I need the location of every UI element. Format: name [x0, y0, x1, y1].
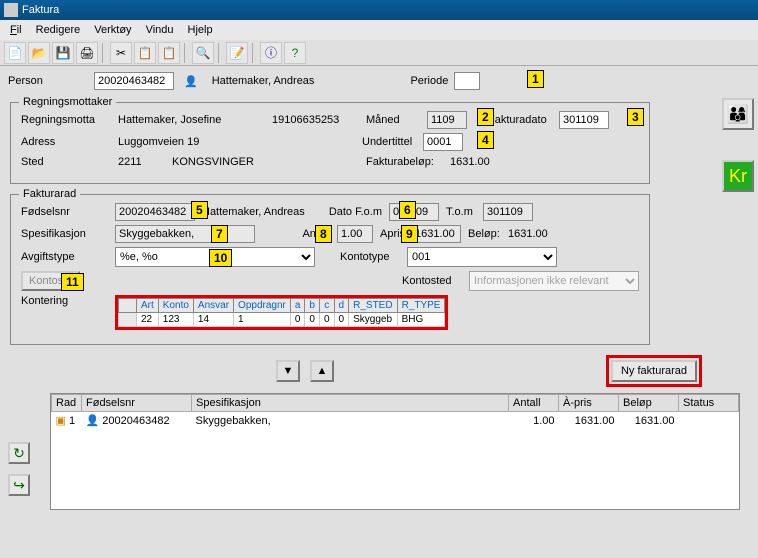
avgift-label: Avgiftstype [21, 251, 111, 263]
adress-label: Adress [21, 136, 111, 148]
annotation-7: 7 [211, 225, 228, 243]
preview-icon[interactable]: 🔍 [192, 42, 214, 64]
sted-name: KONGSVINGER [169, 155, 359, 169]
maned-label: Måned [363, 113, 423, 127]
ny-fakturarad-button[interactable]: Ny fakturarad [611, 360, 697, 382]
titlebar: Faktura [0, 0, 758, 20]
cut-icon[interactable]: ✂ [110, 42, 132, 64]
tool-icon[interactable]: 📝 [226, 42, 248, 64]
family-icon[interactable]: 👨‍👩‍👦 [722, 98, 754, 130]
kontering-label: Kontering [21, 295, 111, 307]
new-icon[interactable]: 📄 [4, 42, 26, 64]
periode-label: Periode [410, 75, 448, 87]
nav-row: ▼ ▲ Ny fakturarad [10, 355, 710, 387]
belop-label: Beløp: [465, 227, 501, 241]
person-label: Person [8, 75, 88, 87]
kontotype-label: Kontotype [337, 250, 403, 264]
regnings-legend: Regningsmottaker [19, 96, 116, 108]
periode-input[interactable] [454, 72, 480, 90]
menu-vindu[interactable]: Vindu [140, 22, 180, 38]
content: 👨‍👩‍👦 Kr Regningsmottaker Regningsmotta … [0, 96, 758, 516]
menu-fil[interactable]: Fil [4, 22, 28, 38]
fnr-label: Fødselsnr [21, 206, 111, 218]
kontosted-combo: Informasjonen ikke relevant [469, 271, 639, 291]
annotation-8: 8 [315, 225, 332, 243]
annotation-9: 9 [401, 225, 418, 243]
bottom-grid: Rad Fødselsnr Spesifikasjon Antall À-pri… [50, 393, 740, 510]
annotation-2: 2 [477, 108, 494, 126]
datofom-label: Dato F.o.m [323, 205, 385, 219]
toolbar: 📄 📂 💾 🖨 ✂ 📋 📋 🔍 📝 ⓘ ? [0, 40, 758, 66]
help-icon[interactable]: ? [284, 42, 306, 64]
kontosted-label: Kontosted [399, 274, 465, 288]
annotation-10: 10 [209, 249, 232, 267]
annotation-4: 4 [477, 131, 494, 149]
motta-name: Hattemaker, Josefine [115, 113, 265, 127]
up-arrow-icon[interactable]: ▲ [310, 360, 334, 382]
open-icon[interactable]: 📂 [28, 42, 50, 64]
redo-icon[interactable]: ↪ [8, 474, 30, 496]
ny-fakturarad-wrap: Ny fakturarad [606, 355, 702, 387]
tom-field[interactable] [483, 203, 533, 221]
fnr-field[interactable] [115, 203, 195, 221]
person-name: Hattemaker, Andreas [212, 75, 315, 87]
apris-field[interactable] [411, 225, 461, 243]
copy-icon[interactable]: 📋 [134, 42, 156, 64]
grid-row[interactable]: ▣ 1 👤 20020463482 Skyggebakken, 1.00 163… [52, 412, 739, 430]
sted-code: 2211 [115, 155, 165, 169]
person-lookup-icon[interactable]: 👤 [180, 75, 202, 88]
spes-label: Spesifikasjon [21, 228, 111, 240]
undertittel-label: Undertittel [359, 135, 419, 149]
info-icon[interactable]: ⓘ [260, 42, 282, 64]
kontotype-combo[interactable]: 001 [407, 247, 557, 267]
fnr-name: Hattemaker, Andreas [199, 205, 319, 219]
menu-bar: Fil Redigere Verktøy Vindu Hjelp [0, 20, 758, 40]
save-icon[interactable]: 💾 [52, 42, 74, 64]
refresh-icon[interactable]: ↻ [8, 442, 30, 464]
down-arrow-icon[interactable]: ▼ [276, 360, 300, 382]
regningsmottaker-group: Regningsmottaker Regningsmotta Hattemake… [10, 102, 650, 184]
antall-field[interactable] [337, 225, 373, 243]
undertittel-field[interactable] [423, 133, 463, 151]
money-icon[interactable]: Kr [722, 160, 754, 192]
fakturabelop-label: Fakturabeløp: [363, 155, 443, 169]
motta-label: Regningsmotta [21, 114, 111, 126]
menu-verktoy[interactable]: Verktøy [88, 22, 137, 38]
print-icon[interactable]: 🖨 [76, 42, 98, 64]
annotation-1: 1 [527, 70, 544, 88]
app-icon [4, 3, 18, 17]
spes-field[interactable] [115, 225, 255, 243]
kontering-table: ArtKonto AnsvarOppdragnr ab cd R_STEDR_T… [115, 295, 448, 330]
fakturadato-field[interactable] [559, 111, 609, 129]
paste-icon[interactable]: 📋 [158, 42, 180, 64]
person-id-input[interactable] [94, 72, 174, 90]
kontering-row[interactable]: 22123 141 00 00 SkyggebBHG [119, 313, 445, 327]
fakturadato-label: Fakturadato [485, 113, 555, 127]
menu-redigere[interactable]: Redigere [30, 22, 87, 38]
maned-field[interactable] [427, 111, 467, 129]
motta-id: 19106635253 [269, 113, 359, 127]
annotation-5: 5 [191, 201, 208, 219]
annotation-11: 11 [61, 273, 84, 291]
fakturabelop-value: 1631.00 [447, 155, 493, 169]
fakturarad-legend: Fakturarad [19, 188, 80, 200]
window-title: Faktura [22, 4, 59, 16]
sted-label: Sted [21, 156, 111, 168]
fakturarad-group: Fakturarad Fødselsnr Hattemaker, Andreas… [10, 194, 650, 345]
adress-value: Luggomveien 19 [115, 135, 355, 149]
annotation-6: 6 [399, 201, 416, 219]
annotation-3: 3 [627, 108, 644, 126]
menu-hjelp[interactable]: Hjelp [182, 22, 219, 38]
belop-value: 1631.00 [505, 227, 551, 241]
person-row: Person 👤 Hattemaker, Andreas Periode 1 [0, 66, 758, 96]
tom-label: T.o.m [443, 205, 479, 219]
